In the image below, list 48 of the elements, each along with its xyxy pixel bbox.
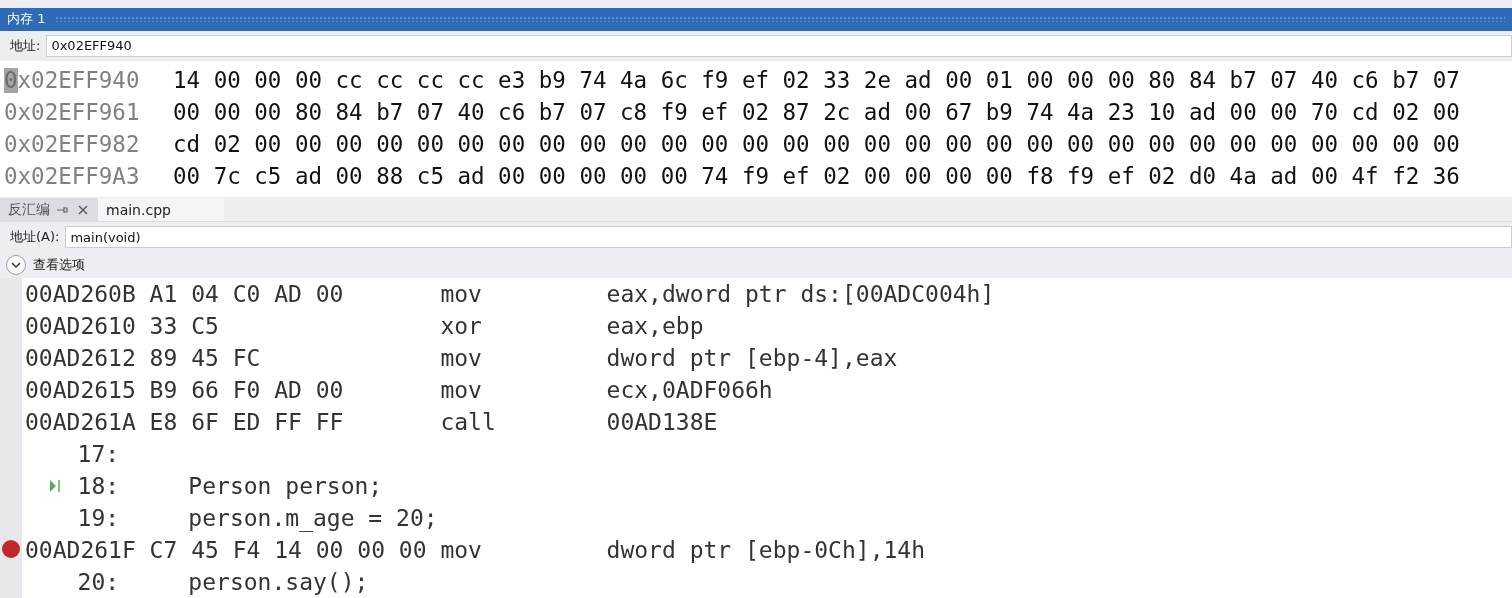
document-tab[interactable]: 反汇编 — [0, 198, 98, 222]
source-code: Person person; — [188, 473, 383, 499]
instruction-mnemonic: call — [440, 409, 497, 435]
instruction-address: 00AD260B — [25, 281, 137, 307]
expand-icon[interactable] — [5, 254, 27, 277]
source-line-number: 19: — [76, 505, 121, 531]
instruction-address: 00AD2610 — [25, 313, 137, 339]
source-line-number: 18: — [76, 473, 121, 499]
source-code: person.m_age = 20; — [188, 505, 438, 531]
instruction-bytes: A1 04 C0 AD 00 — [149, 281, 345, 307]
instruction-operands: dword ptr [ebp-4],eax — [606, 345, 898, 371]
instruction-mnemonic: mov — [440, 345, 483, 371]
instruction-bytes: 33 C5 — [149, 313, 220, 339]
instruction-bytes: C7 45 F4 14 00 00 00 — [149, 537, 428, 563]
memory-address: 0x02EFF9A3 — [3, 162, 141, 189]
source-line-number: 20: — [76, 569, 121, 595]
address-label: 地址(A): — [10, 228, 60, 247]
instruction-address: 00AD261A — [25, 409, 137, 435]
instruction-address: 00AD261F — [25, 537, 137, 563]
memory-address: 0x02EFF961 — [3, 98, 141, 125]
memory-address: 0x02EFF982 — [3, 130, 141, 157]
instruction-mnemonic: mov — [440, 377, 483, 403]
instruction-operands: ecx,0ADF066h — [606, 377, 773, 403]
instruction-address: 00AD2615 — [25, 377, 137, 403]
instruction-operands: eax,dword ptr ds:[00ADC004h] — [606, 281, 995, 307]
instruction-operands: dword ptr [ebp-0Ch],14h — [606, 537, 926, 563]
instruction-mnemonic: xor — [440, 313, 483, 339]
instruction-bytes: E8 6F ED FF FF — [149, 409, 345, 435]
memory-bytes: 00 00 00 80 84 b7 07 40 c6 b7 07 c8 f9 ef 02 87 2c ad 00 67 b9 74 4a 23 10 ad 00 00 70 cd 02 00 — [173, 98, 1460, 125]
instruction-address: 00AD2612 — [25, 345, 137, 371]
instruction-operands: 00AD138E — [606, 409, 718, 435]
breakpoint-icon[interactable] — [1, 539, 21, 559]
instruction-bytes: B9 66 F0 AD 00 — [149, 377, 345, 403]
document-tab[interactable]: main.cpp — [98, 198, 224, 222]
instruction-mnemonic: mov — [440, 537, 483, 563]
panel-title: 内存 1 — [7, 10, 46, 29]
instruction-bytes: 89 45 FC — [149, 345, 262, 371]
memory-bytes: 00 7c c5 ad 00 88 c5 ad 00 00 00 00 00 74 f9 ef 02 00 00 00 00 f8 f9 ef 02 d0 4a ad 00 4f f2 36 — [173, 162, 1460, 189]
address-label: 地址: — [10, 36, 41, 55]
instruction-mnemonic: mov — [440, 281, 483, 307]
source-code: person.say(); — [188, 569, 369, 595]
address-field[interactable]: 0x02EFF940 — [46, 34, 1512, 57]
memory-bytes: cd 02 00 00 00 00 00 00 00 00 00 00 00 00 00 00 00 00 00 00 00 00 00 00 00 00 00 00 00 00 00 00 — [173, 130, 1460, 157]
address-field[interactable]: main(void) — [65, 226, 1512, 249]
view-options-label[interactable]: 查看选项 — [33, 256, 85, 275]
instruction-operands: eax,ebp — [606, 313, 704, 339]
memory-bytes: 14 00 00 00 cc cc cc cc e3 b9 74 4a 6c f9 ef 02 33 2e ad 00 01 00 00 00 80 84 b7 07 40 c6 b7 07 — [173, 66, 1460, 93]
source-line-number: 17: — [76, 441, 121, 467]
